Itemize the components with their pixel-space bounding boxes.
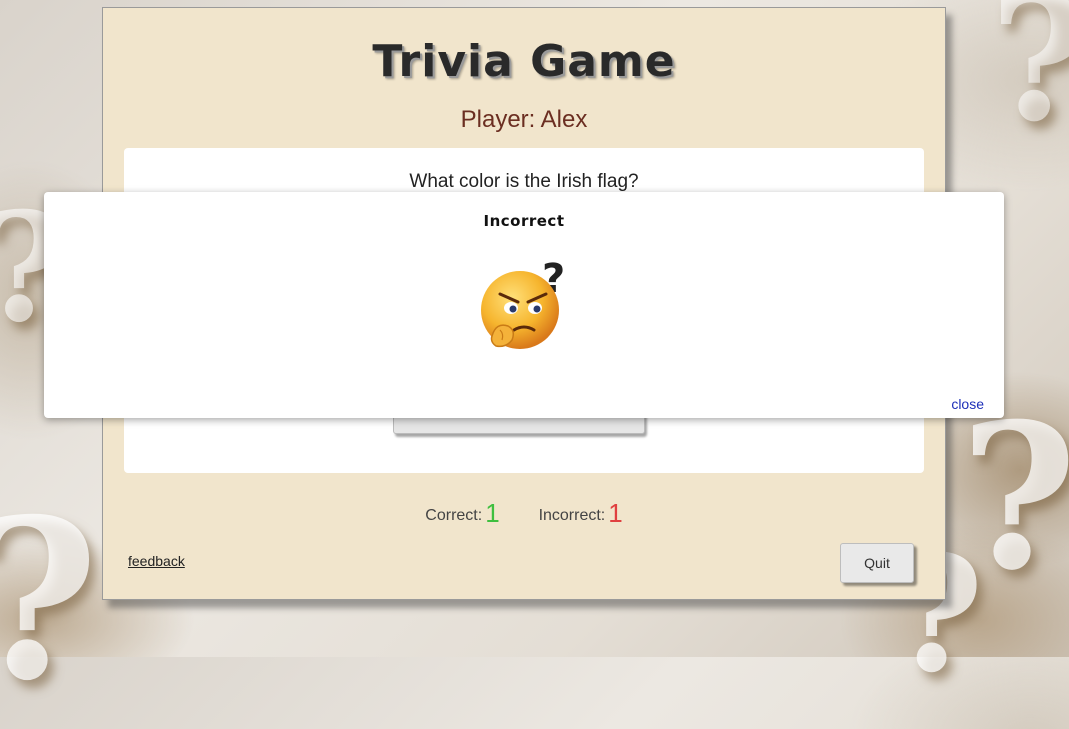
background-question-mark: ?: [0, 470, 99, 729]
background-question-mark: ?: [990, 0, 1069, 160]
close-link[interactable]: close: [951, 396, 984, 412]
modal-title: Incorrect: [483, 212, 565, 230]
result-modal: Incorrect ? close: [44, 192, 1004, 418]
player-name: Player: Alex: [460, 106, 588, 133]
question-text: What color is the Irish flag?: [409, 171, 639, 192]
feedback-link[interactable]: feedback: [128, 553, 185, 569]
game-title: Trivia Game: [372, 36, 676, 87]
correct-count: 1: [485, 498, 500, 528]
incorrect-count: 1: [608, 498, 623, 528]
quit-button[interactable]: Quit: [840, 543, 914, 583]
score-bar: Correct: 1 Incorrect: 1: [103, 498, 945, 529]
correct-label: Correct:: [425, 507, 483, 524]
incorrect-label: Incorrect:: [538, 507, 606, 524]
thinking-angry-face-emoji-icon: ?: [478, 256, 574, 352]
